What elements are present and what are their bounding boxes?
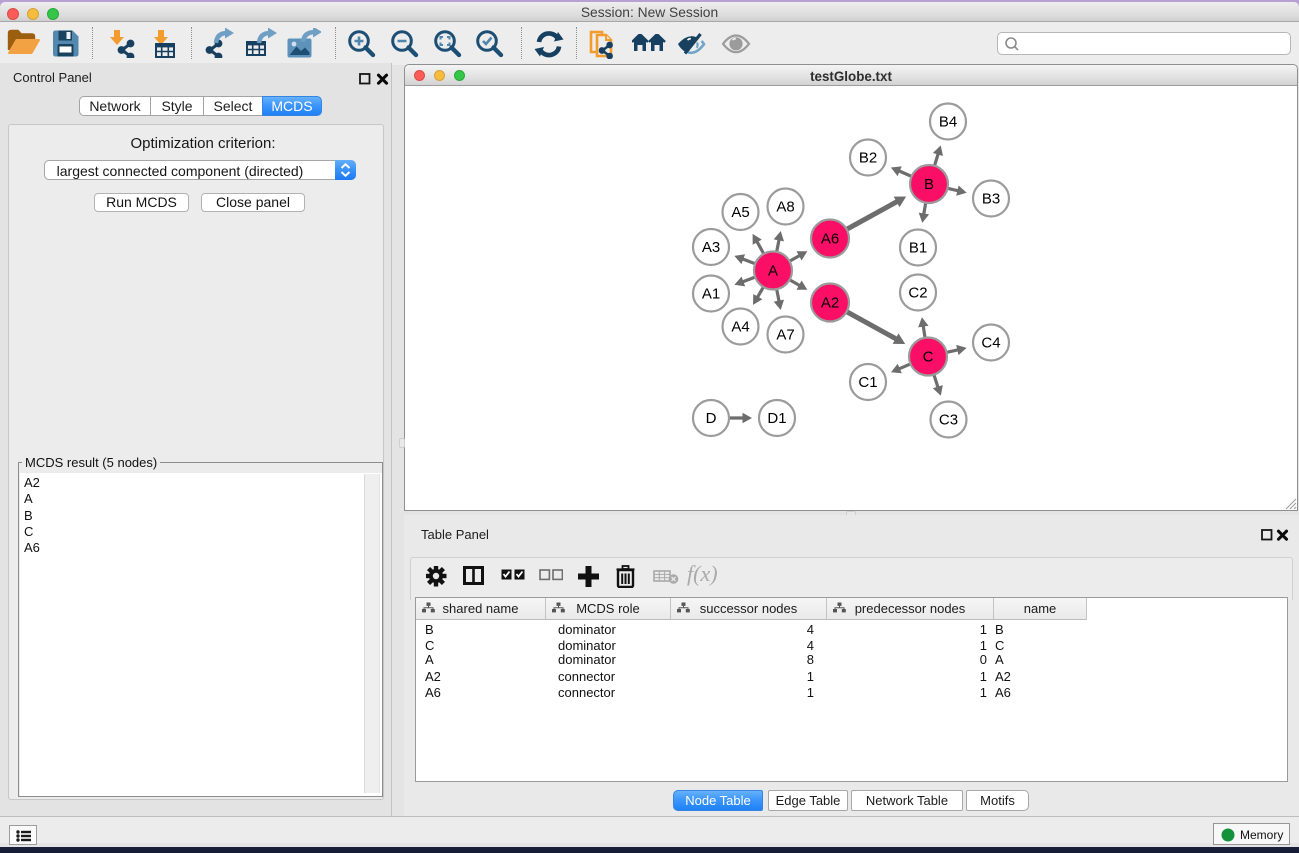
svg-text:A8: A8 [776, 199, 794, 216]
svg-text:A5: A5 [731, 204, 749, 221]
svg-text:A7: A7 [776, 327, 794, 344]
svg-text:C4: C4 [981, 335, 1000, 352]
svg-text:A6: A6 [821, 231, 839, 248]
svg-text:B4: B4 [939, 114, 957, 131]
svg-text:C: C [923, 349, 934, 366]
svg-text:B: B [924, 176, 934, 193]
svg-text:C1: C1 [858, 374, 877, 391]
svg-text:B2: B2 [859, 150, 877, 167]
svg-text:B1: B1 [909, 240, 927, 257]
svg-text:A2: A2 [821, 295, 839, 312]
svg-text:D1: D1 [767, 410, 786, 427]
svg-text:A: A [768, 263, 778, 280]
svg-text:A3: A3 [702, 239, 720, 256]
svg-text:A4: A4 [731, 319, 749, 336]
svg-text:D: D [706, 410, 717, 427]
svg-text:C2: C2 [908, 285, 927, 302]
svg-text:A1: A1 [702, 286, 720, 303]
svg-text:B3: B3 [982, 191, 1000, 208]
svg-text:C3: C3 [939, 412, 958, 429]
